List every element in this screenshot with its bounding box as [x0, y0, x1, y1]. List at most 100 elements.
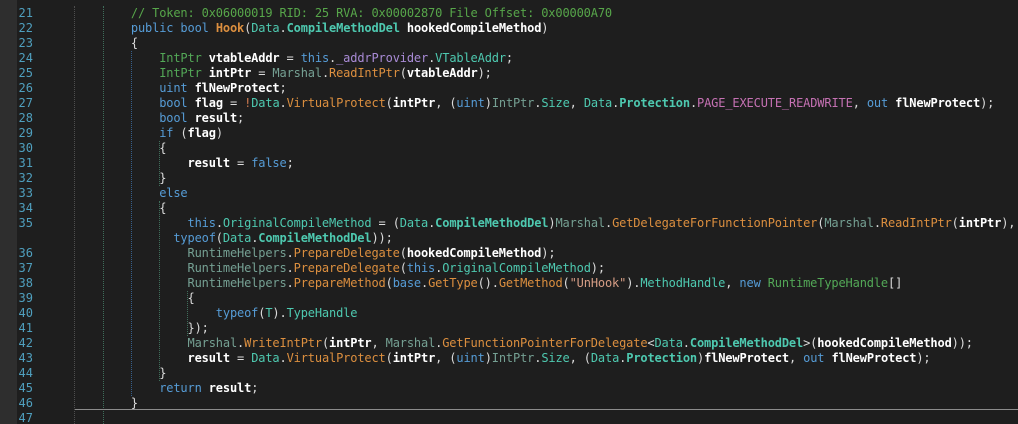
token-p: ));	[952, 336, 973, 350]
token-p: }	[159, 171, 166, 185]
line-number: 42	[0, 336, 33, 351]
code-line-text[interactable]: result = Data.VirtualProtect(intPtr, (ui…	[33, 351, 931, 366]
code-row[interactable]: 23 {	[0, 36, 1018, 51]
token-m: VirtualProtect	[287, 96, 386, 110]
token-f: _addrProvider	[336, 51, 428, 65]
token-m: GetDelegateForFunctionPointer	[612, 216, 817, 230]
code-line-text[interactable]: {	[33, 201, 166, 216]
code-row[interactable]: 40 typeof(T).TypeHandle	[0, 306, 1018, 321]
token-p: (	[386, 351, 393, 365]
token-p: ;	[287, 156, 294, 170]
code-row[interactable]: 31 result = false;	[0, 156, 1018, 171]
code-line-text[interactable]: if (flag)	[33, 126, 223, 141]
token-p	[761, 276, 768, 290]
token-m: GetFunctionPointerForDelegate	[442, 336, 647, 350]
code-row[interactable]: 26 uint flNewProtect;	[0, 81, 1018, 96]
code-line-text[interactable]: result = false;	[33, 156, 294, 171]
indent-guide	[187, 291, 188, 336]
line-number: 45	[0, 381, 33, 396]
code-row[interactable]: 36 RuntimeHelpers.PrepareDelegate(hooked…	[0, 246, 1018, 261]
code-line-text[interactable]: return result;	[33, 381, 258, 396]
token-l: result	[188, 351, 230, 365]
code-row[interactable]: 45 return result;	[0, 381, 1018, 396]
code-line-text[interactable]: }	[33, 171, 166, 186]
token-p	[202, 51, 209, 65]
token-k: public bool	[131, 21, 216, 35]
token-t: OriginalCompileMethod	[442, 261, 591, 275]
line-number: 33	[0, 186, 33, 201]
code-row[interactable]: 41 });	[0, 321, 1018, 336]
token-p: (	[400, 246, 407, 260]
line-number: 39	[0, 291, 33, 306]
token-p: ).	[626, 276, 640, 290]
token-p: )	[541, 21, 548, 35]
code-line-text[interactable]: public bool Hook(Data.CompileMethodDel h…	[33, 21, 548, 36]
code-line-text[interactable]: typeof(T).TypeHandle	[33, 306, 357, 321]
code-line-text[interactable]: RuntimeHelpers.PrepareMethod(base.GetTyp…	[33, 276, 902, 291]
document-end-separator	[75, 409, 1018, 410]
token-m: PrepareDelegate	[294, 261, 400, 275]
code-row[interactable]: 33 else	[0, 186, 1018, 201]
code-line-text[interactable]: });	[33, 321, 209, 336]
token-s: Marshal	[272, 66, 322, 80]
code-row[interactable]: 29 if (flag)	[0, 126, 1018, 141]
code-line-text[interactable]	[33, 411, 46, 424]
code-row[interactable]: 43 result = Data.VirtualProtect(intPtr, …	[0, 351, 1018, 366]
code-line-text[interactable]: this.OriginalCompileMethod = (Data.Compi…	[33, 216, 1015, 231]
code-line-text[interactable]: Marshal.WriteIntPtr(intPtr, Marshal.GetF…	[33, 336, 973, 351]
line-number: 38	[0, 276, 33, 291]
token-p: ));	[371, 231, 392, 245]
code-line-text[interactable]: // Token: 0x06000019 RID: 25 RVA: 0x0000…	[33, 6, 612, 21]
token-tb: CompileMethodDel	[258, 231, 371, 245]
code-line-text[interactable]: else	[33, 186, 188, 201]
token-e: PAGE_EXECUTE_READWRITE	[697, 96, 853, 110]
code-row[interactable]: 32 }	[0, 171, 1018, 186]
code-line-text[interactable]: RuntimeHelpers.PrepareDelegate(hookedCom…	[33, 246, 555, 261]
line-number: 37	[0, 261, 33, 276]
token-l: vtableAddr	[209, 51, 280, 65]
token-t: Data	[400, 216, 428, 230]
code-row[interactable]: 35 this.OriginalCompileMethod = (Data.Co…	[0, 216, 1018, 231]
code-row[interactable]: 30 {	[0, 141, 1018, 156]
token-m: GetType	[428, 276, 478, 290]
code-line-text[interactable]: bool result;	[33, 111, 244, 126]
code-line-text[interactable]: uint flNewProtect;	[33, 81, 287, 96]
token-k: bool	[159, 111, 187, 125]
code-row[interactable]: 21 // Token: 0x06000019 RID: 25 RVA: 0x0…	[0, 6, 1018, 21]
code-line-text[interactable]: {	[33, 291, 195, 306]
code-line-text[interactable]: typeof(Data.CompileMethodDel));	[33, 231, 393, 246]
indent-guide	[159, 201, 160, 381]
code-row[interactable]: typeof(Data.CompileMethodDel));	[0, 231, 1018, 246]
code-line-text[interactable]: {	[33, 141, 166, 156]
code-row[interactable]: 47	[0, 411, 1018, 424]
code-row[interactable]: 38 RuntimeHelpers.PrepareMethod(base.Get…	[0, 276, 1018, 291]
code-row[interactable]: 24 IntPtr vtableAddr = this._addrProvide…	[0, 51, 1018, 66]
indent-guide	[103, 6, 104, 424]
code-row[interactable]: 28 bool result;	[0, 111, 1018, 126]
line-number: 31	[0, 156, 33, 171]
code-line-text[interactable]: bool flag = !Data.VirtualProtect(intPtr,…	[33, 96, 994, 111]
token-l: hookedCompileMethod	[407, 21, 541, 35]
token-m: ReadIntPtr	[881, 216, 952, 230]
code-line-text[interactable]: }	[33, 366, 166, 381]
line-number: 35	[0, 216, 33, 231]
token-m: GetMethod	[499, 276, 563, 290]
code-row[interactable]: 25 IntPtr intPtr = Marshal.ReadIntPtr(vt…	[0, 66, 1018, 81]
token-m: VirtualProtect	[287, 351, 386, 365]
code-line-text[interactable]: RuntimeHelpers.PrepareDelegate(this.Orig…	[33, 261, 605, 276]
code-row[interactable]: 34 {	[0, 201, 1018, 216]
token-p: .	[287, 261, 294, 275]
code-row[interactable]: 22 public bool Hook(Data.CompileMethodDe…	[0, 21, 1018, 36]
code-row[interactable]: 39 {	[0, 291, 1018, 306]
token-k: this	[301, 51, 329, 65]
code-row[interactable]: 42 Marshal.WriteIntPtr(intPtr, Marshal.G…	[0, 336, 1018, 351]
code-row[interactable]: 44 }	[0, 366, 1018, 381]
code-line-text[interactable]: IntPtr vtableAddr = this._addrProvider.V…	[33, 51, 513, 66]
code-row[interactable]: 37 RuntimeHelpers.PrepareDelegate(this.O…	[0, 261, 1018, 276]
token-p	[202, 381, 209, 395]
token-p: ,	[725, 276, 739, 290]
code-row[interactable]: 27 bool flag = !Data.VirtualProtect(intP…	[0, 96, 1018, 111]
token-t: VTableAddr	[435, 51, 506, 65]
code-line-text[interactable]: {	[33, 36, 138, 51]
token-c: // Token: 0x06000019 RID: 25 RVA: 0x0000…	[131, 6, 612, 20]
